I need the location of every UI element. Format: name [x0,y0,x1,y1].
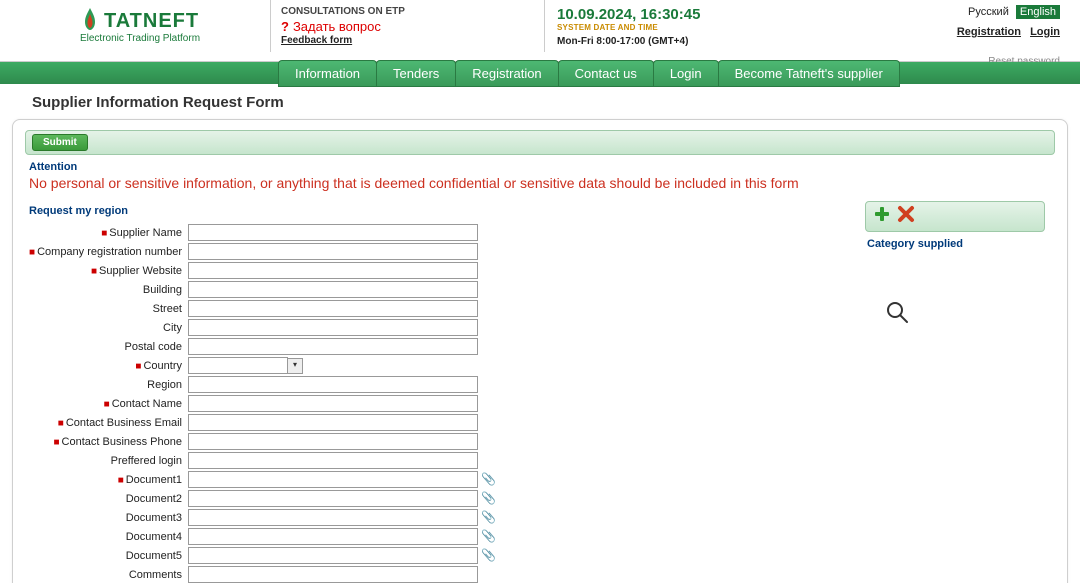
login-link[interactable]: Login [1030,26,1060,38]
submit-button[interactable]: Submit [32,134,88,151]
doc5-input[interactable] [188,547,478,564]
consult-title: CONSULTATIONS ON ETP [281,6,534,17]
nav-tenders[interactable]: Tenders [376,60,456,87]
main-panel: Submit Attention No personal or sensitiv… [12,119,1068,583]
working-hours: Mon-Fri 8:00-17:00 (GMT+4) [557,36,783,47]
registration-link[interactable]: Registration [957,26,1021,38]
add-category-button[interactable] [872,205,892,228]
postal-input[interactable] [188,338,478,355]
city-input[interactable] [188,319,478,336]
preferred-login-input[interactable] [188,452,478,469]
country-lookup-button[interactable]: ▾ [287,358,303,374]
datetime-block: 10.09.2024, 16:30:45 SYSTEM DATE AND TIM… [545,0,795,53]
supplier-name-input[interactable] [188,224,478,241]
label-supplier-name: Supplier Name [109,227,182,239]
building-input[interactable] [188,281,478,298]
logo-block: TATNEFT Electronic Trading Platform [10,0,270,44]
page-title: Supplier Information Request Form [0,84,1080,119]
contact-email-input[interactable] [188,414,478,431]
ask-question-link[interactable]: Задать вопрос [293,19,381,34]
label-doc4: Document4 [126,531,182,543]
region-input[interactable] [188,376,478,393]
label-doc5: Document5 [126,550,182,562]
label-company-reg: Company registration number [37,246,182,258]
language-switch: Русский English [951,6,1060,18]
label-country: Country [143,360,182,372]
brand-subtitle: Electronic Trading Platform [10,33,270,44]
feedback-link[interactable]: Feedback form [281,35,352,46]
company-reg-input[interactable] [188,243,478,260]
attach-icon[interactable]: 📎 [481,529,496,543]
search-icon[interactable] [885,300,1045,329]
nav-login[interactable]: Login [653,60,719,87]
doc3-input[interactable] [188,509,478,526]
label-contact-phone: Contact Business Phone [62,436,182,448]
contact-name-input[interactable] [188,395,478,412]
remove-category-button[interactable] [896,205,916,228]
submit-bar: Submit [25,130,1055,155]
comments-input[interactable] [188,566,478,583]
label-comments: Comments [129,569,182,581]
label-postal: Postal code [125,341,182,353]
nav-bar: Information Tenders Registration Contact… [0,62,1080,84]
system-label: SYSTEM DATE AND TIME [557,23,783,32]
supplier-website-input[interactable] [188,262,478,279]
label-city: City [163,322,182,334]
doc1-input[interactable] [188,471,478,488]
attach-icon[interactable]: 📎 [481,510,496,524]
attach-icon[interactable]: 📎 [481,491,496,505]
doc2-input[interactable] [188,490,478,507]
street-input[interactable] [188,300,478,317]
doc4-input[interactable] [188,528,478,545]
lang-en[interactable]: English [1016,5,1060,19]
contact-phone-input[interactable] [188,433,478,450]
category-toolbar [865,201,1045,232]
attention-text: No personal or sensitive information, or… [29,175,1055,191]
lang-ru[interactable]: Русский [968,6,1009,18]
nav-information[interactable]: Information [278,60,377,87]
attention-title: Attention [29,161,1055,173]
label-doc2: Document2 [126,493,182,505]
label-street: Street [153,303,182,315]
nav-registration[interactable]: Registration [455,60,558,87]
label-contact-email: Contact Business Email [66,417,182,429]
label-supplier-website: Supplier Website [99,265,182,277]
label-preferred-login: Preffered login [111,455,182,467]
country-input[interactable] [188,357,288,374]
label-contact-name: Contact Name [112,398,182,410]
attach-icon[interactable]: 📎 [481,472,496,486]
nav-become-supplier[interactable]: Become Tatneft's supplier [718,60,900,87]
question-icon: ? [281,19,289,34]
label-region: Region [147,379,182,391]
brand-text: TATNEFT [104,10,199,32]
system-datetime: 10.09.2024, 16:30:45 [557,6,783,23]
label-building: Building [143,284,182,296]
nav-contact[interactable]: Contact us [558,60,654,87]
label-doc1: Document1 [126,474,182,486]
category-title: Category supplied [867,238,1045,250]
attach-icon[interactable]: 📎 [481,548,496,562]
flame-icon [81,8,99,35]
consult-block: CONSULTATIONS ON ETP ? Задать вопрос Feed… [270,0,545,52]
label-doc3: Document3 [126,512,182,524]
region-title: Request my region [29,205,865,217]
